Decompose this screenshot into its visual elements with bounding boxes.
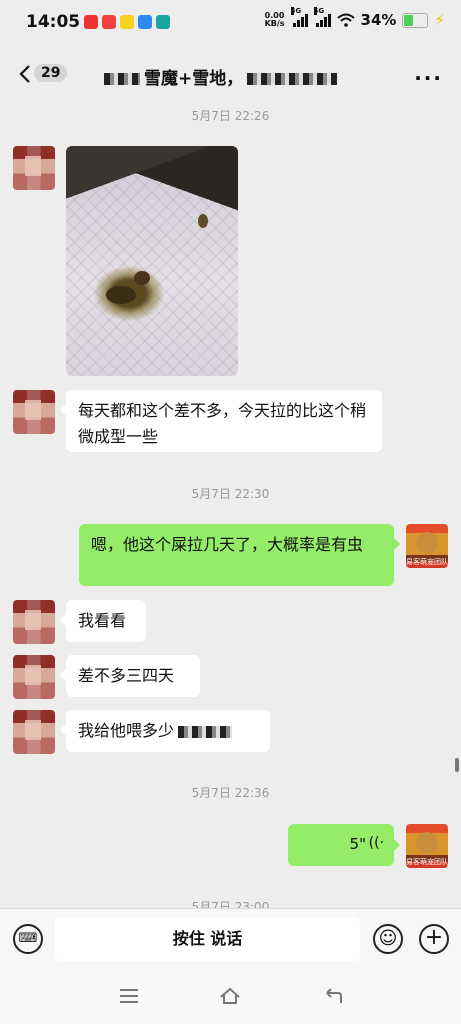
contact-avatar[interactable] — [13, 390, 55, 434]
battery-icon — [402, 12, 429, 28]
back-nav-icon[interactable] — [320, 984, 346, 1008]
signal-label: 5G — [290, 7, 302, 15]
charging-icon: ⚡ — [434, 11, 445, 29]
redacted-text — [178, 725, 233, 738]
hold-to-talk-button[interactable]: 按住 说话 — [55, 917, 360, 961]
app-notification-icon — [84, 15, 98, 29]
chat-header: 29 雪魔+雪地， ··· — [0, 48, 461, 100]
my-avatar-caption: 易客萌宠团队 — [406, 558, 448, 566]
chat-title-text: 雪魔+雪地， — [144, 69, 244, 89]
app-notification-icon — [102, 15, 116, 29]
unread-count-badge[interactable]: 29 — [34, 64, 68, 82]
scrollbar[interactable] — [455, 758, 459, 772]
more-options-icon[interactable]: ··· — [414, 66, 443, 90]
input-bar: ⌨ 按住 说话 ☺ + — [0, 908, 461, 971]
contact-avatar[interactable] — [13, 710, 55, 754]
message-text: 每天都和这个差不多，今天拉的比这个稍微成型一些 — [78, 401, 367, 446]
net-speed: 0.00 KB/s — [265, 12, 285, 28]
message-bubble[interactable]: 每天都和这个差不多，今天拉的比这个稍微成型一些 — [60, 390, 382, 452]
add-attachment-icon[interactable]: + — [419, 924, 449, 954]
signal-label: 5G — [313, 7, 325, 15]
voice-wave-icon: ((· — [368, 835, 384, 851]
message-bubble[interactable]: 我给他喂多少 — [60, 710, 270, 752]
my-avatar[interactable]: 易客萌宠团队 — [406, 524, 448, 568]
home-icon[interactable] — [217, 984, 243, 1008]
message-bubble[interactable]: 差不多三四天 — [60, 655, 200, 697]
image-message[interactable] — [66, 146, 238, 376]
timestamp: 5月7日 22:26 — [191, 109, 270, 123]
signal-icon: 5G — [313, 7, 331, 27]
status-right: 0.00 KB/s 5G 5G 34% ⚡ — [265, 7, 445, 29]
status-bar: 14:05 0.00 KB/s 5G 5G 34% ⚡ — [0, 0, 461, 46]
app-notification-icon — [156, 15, 170, 29]
timestamp: 5月7日 22:30 — [191, 487, 270, 501]
emoji-icon[interactable]: ☺ — [373, 924, 403, 954]
redacted-text — [247, 73, 338, 85]
menu-icon[interactable] — [116, 984, 142, 1008]
redacted-text — [104, 73, 140, 85]
timestamp: 5月7日 22:36 — [191, 786, 270, 800]
notification-icons — [84, 15, 170, 29]
message-text: 嗯，他这个屎拉几天了，大概率是有虫 — [91, 535, 364, 554]
battery-percent: 34% — [360, 11, 397, 29]
voice-duration: 5" — [349, 835, 366, 853]
app-notification-icon — [138, 15, 152, 29]
keyboard-toggle-icon[interactable]: ⌨ — [13, 924, 43, 954]
system-nav-bar — [0, 970, 461, 1024]
message-bubble[interactable]: 我看看 — [60, 600, 146, 642]
message-text: 我看看 — [78, 611, 127, 630]
contact-avatar[interactable] — [13, 600, 55, 644]
contact-avatar[interactable] — [13, 655, 55, 699]
signal-icon: 5G — [290, 7, 308, 27]
message-bubble[interactable]: 嗯，他这个屎拉几天了，大概率是有虫 — [79, 524, 400, 586]
app-notification-icon — [120, 15, 134, 29]
my-avatar-caption: 易客萌宠团队 — [406, 858, 448, 866]
status-time: 14:05 — [26, 12, 81, 32]
message-text: 差不多三四天 — [78, 666, 175, 685]
net-speed-unit: KB/s — [264, 19, 285, 28]
voice-message[interactable]: 5" ((· — [288, 824, 400, 866]
contact-avatar[interactable] — [13, 146, 55, 190]
wifi-icon — [336, 13, 355, 27]
chat-title: 雪魔+雪地， — [100, 64, 341, 89]
message-text: 我给他喂多少 — [78, 721, 175, 740]
my-avatar[interactable]: 易客萌宠团队 — [406, 824, 448, 868]
